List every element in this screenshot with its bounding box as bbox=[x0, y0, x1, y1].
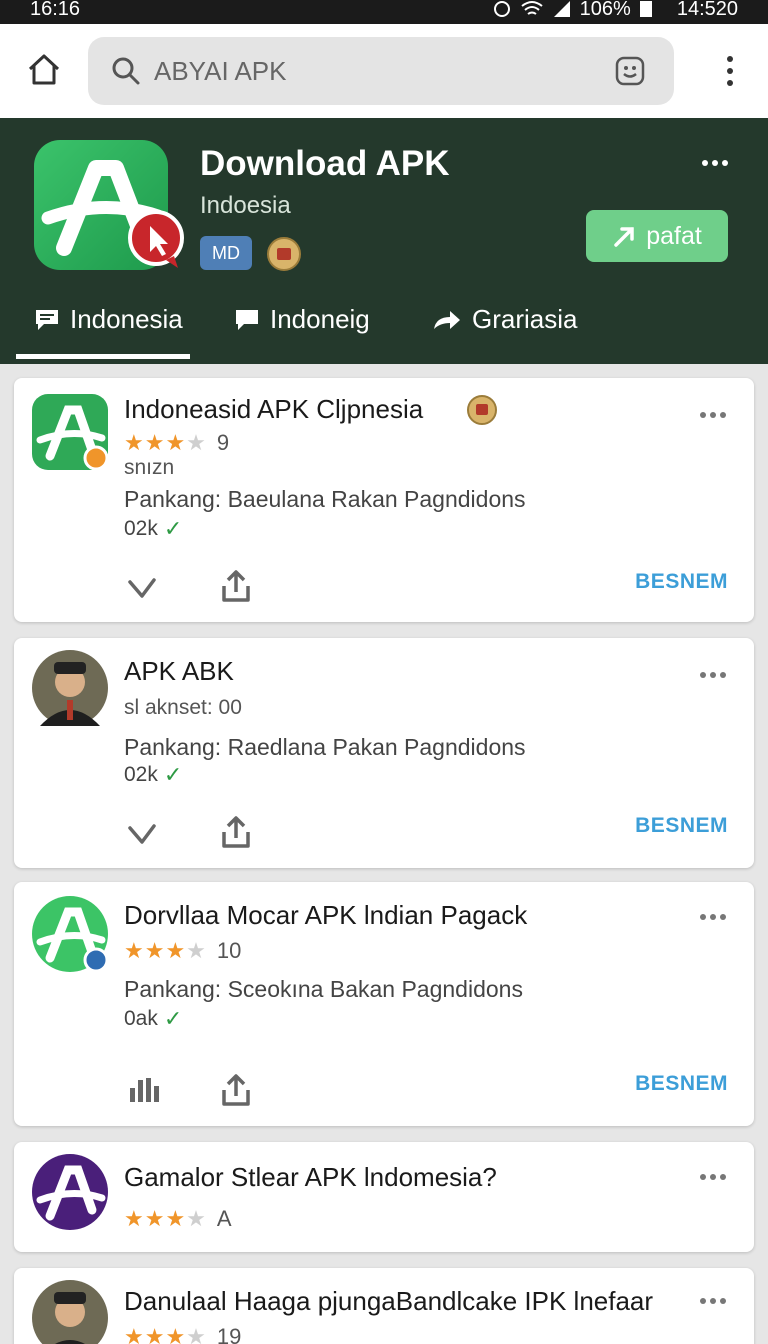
tab-indonesia[interactable]: Indonesia bbox=[34, 304, 183, 335]
list-item[interactable]: Gamalor Stlear APK lndomesia? ★★★★ A bbox=[14, 1142, 754, 1252]
size-value: 02k bbox=[124, 763, 158, 786]
apk-app-icon bbox=[32, 1154, 108, 1230]
item-more-icon[interactable] bbox=[700, 914, 726, 920]
app-header: Download APK Indoesia MD pafat Indonesia… bbox=[0, 118, 768, 364]
search-bar[interactable] bbox=[88, 37, 674, 105]
item-size: 02k ✓ bbox=[124, 762, 182, 788]
item-size: 02k ✓ bbox=[124, 516, 182, 542]
star-rating: ★★★★ bbox=[124, 1324, 207, 1344]
share-arrow-icon bbox=[434, 310, 460, 329]
apk-app-icon bbox=[32, 896, 108, 972]
status-clock-right: 14:520 bbox=[676, 0, 738, 20]
battery-percent: 106% bbox=[579, 0, 631, 20]
item-description: Pankang: Baeulana Rakan Pagndidons bbox=[124, 486, 526, 512]
comment-icon bbox=[236, 309, 258, 330]
equalizer-icon[interactable] bbox=[126, 1072, 162, 1108]
tab-label: Indonesia bbox=[70, 304, 183, 334]
tab-bar: Indonesia Indoneig Grariasia bbox=[0, 298, 768, 364]
item-meta: sl aknset: 00 bbox=[124, 696, 242, 719]
list-item[interactable]: Danulaal Haaga pjungaBandlcake IPK lnefa… bbox=[14, 1268, 754, 1344]
avatar bbox=[32, 1280, 108, 1344]
item-more-icon[interactable] bbox=[700, 1298, 726, 1304]
chat-icon bbox=[36, 309, 58, 330]
update-button[interactable]: pafat bbox=[586, 210, 728, 262]
status-bar: 16:16 106% 14:520 bbox=[0, 0, 768, 24]
list-item[interactable]: APK ABK sl aknset: 00 Pankang: Raedlana … bbox=[14, 638, 754, 868]
item-more-icon[interactable] bbox=[700, 412, 726, 418]
heart-icon[interactable] bbox=[124, 814, 160, 850]
item-description: Pankang: Raedlana Pakan Pagndidons bbox=[124, 734, 526, 760]
apk-app-icon bbox=[32, 394, 108, 470]
item-rating: ★★★★ A bbox=[124, 1206, 232, 1232]
item-size: 0ak ✓ bbox=[124, 1006, 182, 1032]
item-title: Danulaal Haaga pjungaBandlcake IPK lnefa… bbox=[124, 1286, 654, 1316]
tab-label: Indoneig bbox=[270, 304, 370, 334]
emoji-icon[interactable] bbox=[614, 55, 646, 87]
search-input[interactable] bbox=[154, 51, 574, 91]
install-button[interactable]: BESNEM bbox=[635, 1072, 728, 1096]
page-subtitle: Indoesia bbox=[200, 192, 291, 219]
size-value: 0ak bbox=[124, 1007, 158, 1030]
item-rating: ★★★★ 10 bbox=[124, 938, 241, 964]
heart-icon[interactable] bbox=[124, 568, 160, 604]
overflow-menu-icon[interactable] bbox=[726, 56, 734, 86]
rating-count: A bbox=[216, 1206, 232, 1231]
share-icon[interactable] bbox=[218, 1072, 254, 1108]
tab-indicator bbox=[16, 354, 190, 359]
share-icon[interactable] bbox=[218, 568, 254, 604]
item-rating: ★★★★ 19 bbox=[124, 1324, 241, 1344]
update-button-label: pafat bbox=[646, 221, 702, 250]
tab-indoneig[interactable]: Indoneig bbox=[234, 304, 370, 335]
search-icon bbox=[112, 57, 140, 85]
avatar bbox=[32, 650, 108, 726]
status-icons: 106% 14:520 bbox=[492, 0, 738, 21]
wifi-icon bbox=[521, 1, 543, 15]
item-more-icon[interactable] bbox=[700, 672, 726, 678]
rating-count: 9 bbox=[216, 430, 230, 455]
tab-grariasia[interactable]: Grariasia bbox=[432, 304, 577, 335]
signal-icon bbox=[553, 1, 570, 17]
coin-icon bbox=[267, 237, 301, 271]
verified-icon: ✓ bbox=[163, 1006, 183, 1031]
item-title: Dorvllaa Mocar APK lndian Pagack bbox=[124, 900, 528, 930]
home-icon[interactable] bbox=[26, 52, 62, 88]
item-meta: snızn bbox=[124, 456, 175, 479]
star-rating: ★★★★ bbox=[124, 938, 207, 963]
page-title: Download APK bbox=[200, 144, 450, 183]
share-icon[interactable] bbox=[218, 814, 254, 850]
tab-label: Grariasia bbox=[472, 304, 578, 334]
install-button[interactable]: BESNEM bbox=[635, 814, 728, 838]
top-app-bar bbox=[0, 24, 768, 118]
verified-icon: ✓ bbox=[163, 762, 183, 787]
item-description: Pankang: Sceokına Bakan Pagndidons bbox=[124, 976, 523, 1002]
list-item[interactable]: Dorvllaa Mocar APK lndian Pagack ★★★★ 10… bbox=[14, 882, 754, 1126]
star-rating: ★★★★ bbox=[124, 1206, 207, 1231]
size-value: 02k bbox=[124, 517, 158, 540]
coin-icon bbox=[467, 395, 497, 425]
md-badge: MD bbox=[200, 236, 252, 270]
battery-icon bbox=[639, 1, 652, 17]
rating-count: 10 bbox=[216, 938, 242, 963]
item-more-icon[interactable] bbox=[700, 1174, 726, 1180]
status-time: 16:16 bbox=[30, 0, 81, 20]
item-title: APK ABK bbox=[124, 656, 234, 686]
star-rating: ★★★★ bbox=[124, 430, 207, 455]
header-more-icon[interactable] bbox=[702, 160, 728, 166]
list-item[interactable]: Indoneasid APK Cljpnesia ★★★★ 9 snızn Pa… bbox=[14, 378, 754, 622]
sync-icon bbox=[493, 1, 510, 17]
item-title: Gamalor Stlear APK lndomesia? bbox=[124, 1162, 497, 1192]
install-button[interactable]: BESNEM bbox=[635, 570, 728, 594]
item-rating: ★★★★ 9 bbox=[124, 430, 229, 456]
verified-icon: ✓ bbox=[163, 516, 183, 541]
arrow-icon bbox=[614, 227, 634, 247]
rating-count: 19 bbox=[216, 1324, 242, 1344]
download-badge-icon bbox=[128, 210, 184, 268]
item-title: Indoneasid APK Cljpnesia bbox=[124, 394, 424, 424]
